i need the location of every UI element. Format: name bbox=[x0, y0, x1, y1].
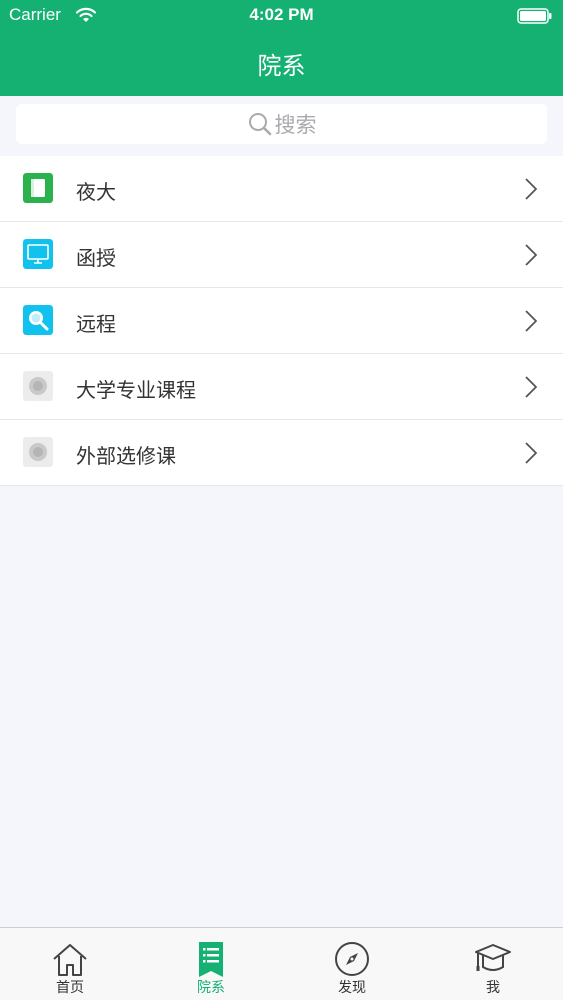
home-icon bbox=[53, 944, 87, 976]
chevron-right-icon bbox=[525, 310, 537, 332]
graduation-cap-icon bbox=[475, 944, 511, 971]
tab-label: 首页 bbox=[56, 980, 84, 996]
tab-bar: 首页 院系 发现 我 bbox=[0, 927, 563, 1000]
list-item-label: 函授 bbox=[76, 246, 116, 270]
department-list: 夜大 函授 远程 大学专业课程 外部选修课 bbox=[0, 156, 563, 486]
tab-label: 院系 bbox=[197, 980, 225, 996]
tv-icon bbox=[23, 239, 53, 269]
list-item-electives[interactable]: 外部选修课 bbox=[0, 420, 563, 486]
tab-departments[interactable]: 院系 bbox=[141, 928, 281, 1000]
placeholder-image-icon bbox=[23, 371, 53, 401]
list-item-hanshou[interactable]: 函授 bbox=[0, 222, 563, 288]
placeholder-image-icon bbox=[23, 437, 53, 467]
list-icon bbox=[199, 942, 223, 977]
compass-icon bbox=[335, 942, 369, 976]
tab-label: 我 bbox=[486, 980, 500, 996]
tab-home[interactable]: 首页 bbox=[0, 928, 140, 1000]
search-icon bbox=[248, 113, 271, 136]
search-placeholder: 搜索 bbox=[274, 113, 317, 137]
status-bar: Carrier 4:02 PM bbox=[0, 0, 563, 32]
search-area: 搜索 bbox=[0, 96, 563, 154]
tab-me[interactable]: 我 bbox=[423, 928, 563, 1000]
search-input[interactable]: 搜索 bbox=[16, 104, 547, 144]
battery-icon bbox=[517, 8, 552, 24]
list-item-label: 夜大 bbox=[76, 180, 116, 204]
list-item-label: 远程 bbox=[76, 312, 116, 336]
clock: 4:02 PM bbox=[249, 5, 314, 24]
book-icon bbox=[23, 173, 53, 203]
tab-discover[interactable]: 发现 bbox=[282, 928, 422, 1000]
list-item-yuancheng[interactable]: 远程 bbox=[0, 288, 563, 354]
chevron-right-icon bbox=[525, 178, 537, 200]
list-item-major-courses[interactable]: 大学专业课程 bbox=[0, 354, 563, 420]
chevron-right-icon bbox=[525, 376, 537, 398]
magnifier-icon bbox=[23, 305, 53, 335]
list-item-label: 外部选修课 bbox=[76, 444, 176, 468]
navigation-bar: Carrier 4:02 PM 院系 bbox=[0, 0, 563, 96]
tab-label: 发现 bbox=[338, 980, 366, 996]
chevron-right-icon bbox=[525, 442, 537, 464]
list-item-yeda[interactable]: 夜大 bbox=[0, 156, 563, 222]
list-item-label: 大学专业课程 bbox=[76, 378, 196, 402]
page-title: 院系 bbox=[257, 52, 306, 80]
chevron-right-icon bbox=[525, 244, 537, 266]
